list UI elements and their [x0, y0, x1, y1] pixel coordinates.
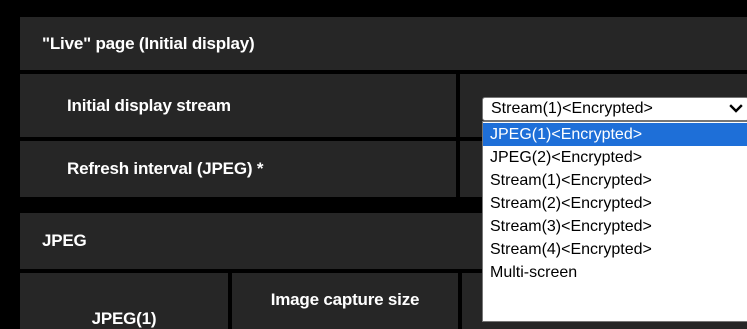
- live-page-section-title: "Live" page (Initial display): [42, 33, 255, 53]
- dropdown-option-jpeg2[interactable]: JPEG(2)<Encrypted>: [483, 146, 747, 169]
- initial-display-stream-select[interactable]: Stream(1)<Encrypted>: [482, 97, 747, 121]
- jpeg1-label-cell: JPEG(1): [20, 273, 228, 329]
- chevron-down-icon: [729, 104, 743, 113]
- image-capture-size-label: Image capture size: [270, 290, 420, 309]
- stream-dropdown-list: JPEG(1)<Encrypted> JPEG(2)<Encrypted> St…: [482, 121, 747, 322]
- refresh-interval-label-cell: Refresh interval (JPEG) *: [20, 141, 456, 197]
- dropdown-option-stream3[interactable]: Stream(3)<Encrypted>: [483, 215, 747, 238]
- initial-display-stream-label: Initial display stream: [67, 95, 231, 115]
- dropdown-option-multi-screen[interactable]: Multi-screen: [483, 261, 747, 284]
- dropdown-option-jpeg1[interactable]: JPEG(1)<Encrypted>: [483, 123, 747, 146]
- dropdown-option-stream1[interactable]: Stream(1)<Encrypted>: [483, 169, 747, 192]
- jpeg-section-title: JPEG: [42, 231, 87, 250]
- refresh-interval-label: Refresh interval (JPEG) *: [67, 159, 264, 178]
- dropdown-option-stream2[interactable]: Stream(2)<Encrypted>: [483, 192, 747, 215]
- initial-display-stream-label-cell: Initial display stream: [20, 74, 456, 137]
- select-current-value: Stream(1)<Encrypted>: [491, 100, 653, 117]
- live-page-section-header: "Live" page (Initial display): [20, 17, 747, 70]
- image-capture-size-label-cell: Image capture size: [232, 273, 458, 329]
- dropdown-option-stream4[interactable]: Stream(4)<Encrypted>: [483, 238, 747, 261]
- jpeg1-label: JPEG(1): [91, 309, 157, 328]
